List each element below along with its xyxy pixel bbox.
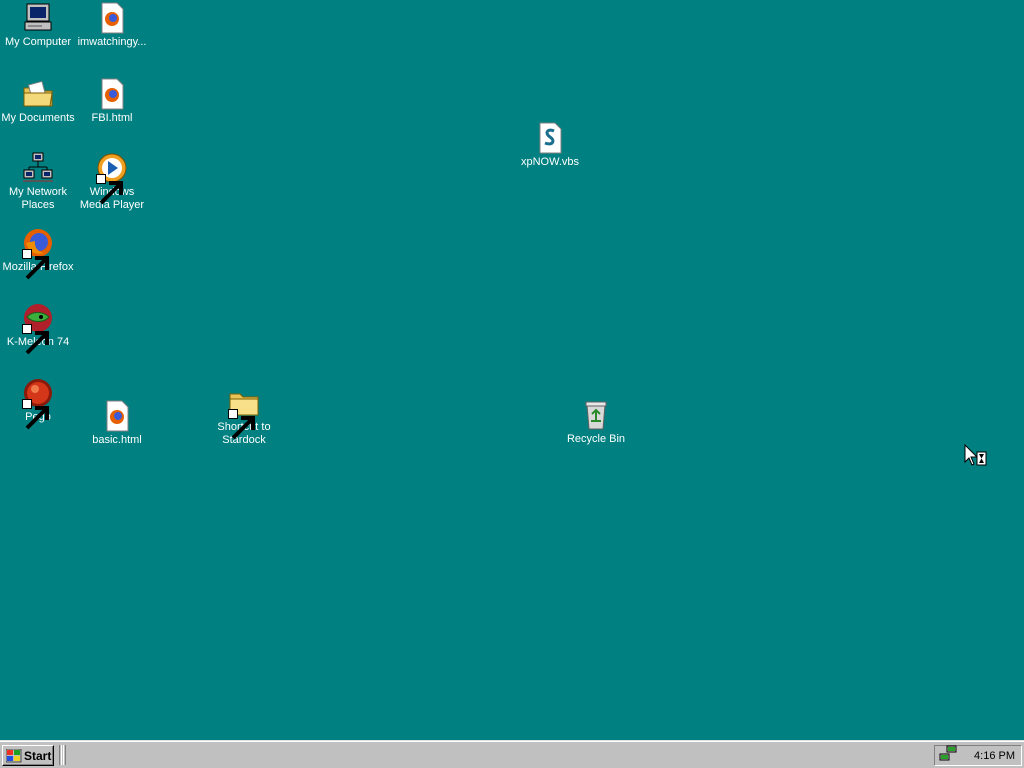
recycle-bin-icon bbox=[580, 399, 612, 431]
computer-icon bbox=[22, 2, 54, 34]
icon-label: FBI.html bbox=[91, 112, 133, 124]
pego-icon bbox=[22, 377, 54, 430]
media-player-icon bbox=[96, 152, 128, 205]
desktop-icon-fbi-html[interactable]: FBI.html bbox=[74, 78, 150, 125]
network-icon bbox=[22, 152, 54, 184]
desktop-icon-pego[interactable]: Pego bbox=[0, 377, 76, 430]
html-file-icon bbox=[101, 400, 133, 432]
desktop-icon-my-computer[interactable]: My Computer bbox=[0, 2, 76, 49]
k-meleon-icon bbox=[22, 302, 54, 355]
html-file-icon bbox=[96, 78, 128, 110]
desktop-icon-my-network-places[interactable]: My Network Places bbox=[0, 152, 76, 212]
desktop-icon-shortcut-stardock[interactable]: Shortcut to Stardock bbox=[206, 387, 282, 447]
start-button[interactable]: Start bbox=[2, 745, 54, 766]
icon-label-line1: My Network bbox=[8, 186, 68, 198]
firefox-icon bbox=[22, 227, 54, 280]
desktop-icon-xpnow-vbs[interactable]: xpNOW.vbs bbox=[512, 122, 588, 169]
icon-label-line2: Places bbox=[21, 199, 55, 211]
shortcut-arrow-icon bbox=[22, 324, 49, 355]
taskbar-separator bbox=[59, 745, 62, 765]
shortcut-arrow-icon bbox=[228, 409, 255, 440]
desktop-icon-recycle-bin[interactable]: Recycle Bin bbox=[558, 399, 634, 446]
script-file-icon bbox=[534, 122, 566, 154]
windows-logo-icon bbox=[5, 748, 22, 763]
desktop-icon-k-meleon[interactable]: K-Meleon 74 bbox=[0, 302, 76, 355]
clock[interactable]: 4:16 PM bbox=[974, 750, 1015, 762]
start-label: Start bbox=[24, 748, 52, 763]
system-tray: 4:16 PM bbox=[934, 745, 1022, 766]
quick-launch-grip[interactable] bbox=[63, 745, 66, 765]
html-file-icon bbox=[96, 2, 128, 34]
desktop-icon-mozilla-firefox[interactable]: Mozilla Firefox bbox=[0, 227, 76, 280]
documents-folder-icon bbox=[22, 78, 54, 110]
desktop-icon-windows-media-player[interactable]: Windows Media Player bbox=[74, 152, 150, 212]
shortcut-arrow-icon bbox=[22, 399, 49, 430]
icon-label: Recycle Bin bbox=[566, 433, 626, 445]
icon-label: xpNOW.vbs bbox=[520, 156, 580, 168]
taskbar: Start 4:16 PM bbox=[0, 740, 1024, 768]
desktop[interactable]: My Computer imwatchingy... My Documents … bbox=[0, 0, 1024, 740]
network-tray-icon[interactable] bbox=[939, 745, 957, 766]
shortcut-arrow-icon bbox=[22, 249, 49, 280]
busy-cursor-icon bbox=[964, 443, 990, 468]
icon-label: basic.html bbox=[92, 434, 142, 446]
folder-icon bbox=[228, 387, 260, 440]
desktop-icon-basic-html[interactable]: basic.html bbox=[79, 400, 155, 447]
shortcut-arrow-icon bbox=[96, 174, 123, 205]
icon-label: My Documents bbox=[1, 112, 75, 124]
desktop-icon-imwatching[interactable]: imwatchingy... bbox=[74, 2, 150, 49]
icon-label: My Computer bbox=[4, 36, 72, 48]
icon-label: imwatchingy... bbox=[77, 36, 147, 48]
desktop-icon-my-documents[interactable]: My Documents bbox=[0, 78, 76, 125]
